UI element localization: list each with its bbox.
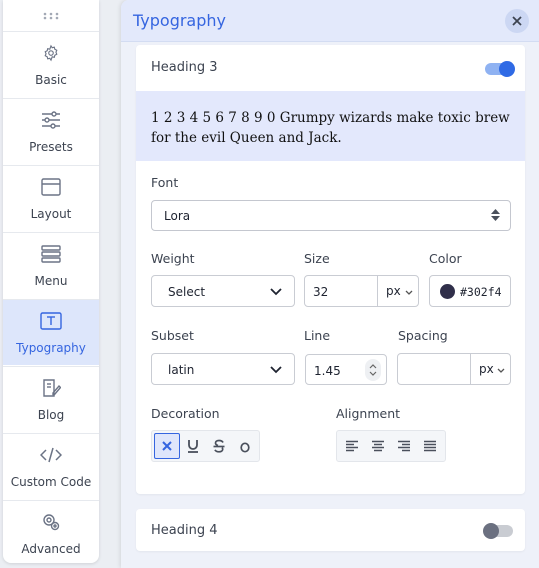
font-select[interactable]: Lora: [151, 200, 511, 231]
sidebar-item-label: Blog: [37, 408, 65, 422]
panel-header: Typography: [121, 0, 539, 42]
decoration-label: Decoration: [151, 406, 220, 421]
heading-3-section: Heading 3 1 2 3 4 5 6 7 8 9 0 Grumpy wiz…: [136, 45, 525, 494]
font-label: Font: [151, 175, 179, 190]
section-title: Heading 4: [151, 523, 218, 538]
sidebar-item-menu[interactable]: Menu: [3, 232, 99, 298]
sidebar-item-label: Basic: [35, 73, 67, 87]
sliders-icon: [40, 109, 62, 131]
gear-icon: [40, 42, 62, 64]
overline-icon: [240, 442, 250, 453]
advanced-icon: [40, 511, 62, 533]
decoration-strikethrough-button[interactable]: [206, 433, 232, 459]
font-preview: 1 2 3 4 5 6 7 8 9 0 Grumpy wizards make …: [136, 91, 525, 161]
chevron-down-icon: [497, 363, 505, 377]
typography-icon: [40, 310, 62, 332]
weight-value: Select: [168, 285, 206, 299]
sidebar-item-basic[interactable]: Basic: [3, 31, 99, 97]
decoration-underline-button[interactable]: [180, 433, 206, 459]
typography-panel: Typography Heading 3 1 2 3 4 5 6 7 8 9 0…: [121, 0, 539, 568]
blog-icon: [40, 377, 62, 399]
chevron-down-icon: [405, 285, 413, 299]
decoration-overline-button[interactable]: [232, 433, 258, 459]
font-value: Lora: [164, 209, 191, 223]
subset-value: latin: [168, 363, 195, 377]
sidebar-item-label: Layout: [30, 207, 72, 221]
size-input[interactable]: 32 px: [304, 275, 419, 307]
align-center-button[interactable]: [365, 433, 391, 459]
weight-label: Weight: [151, 251, 195, 266]
sidebar-item-layout[interactable]: Layout: [3, 165, 99, 231]
size-unit: px: [386, 284, 401, 298]
chevron-down-icon: [369, 371, 377, 376]
align-right-icon: [398, 440, 410, 452]
subset-label: Subset: [151, 328, 194, 343]
sidebar: Basic Presets Layout Menu Typography Blo…: [0, 0, 102, 568]
spacing-unit: px: [479, 362, 494, 376]
line-height-input[interactable]: 1.45: [305, 354, 387, 385]
chevron-up-icon: [369, 364, 377, 369]
number-stepper[interactable]: [365, 359, 381, 381]
color-label: Color: [429, 251, 462, 266]
spacing-label: Spacing: [398, 328, 448, 343]
color-hex: #302f4: [460, 285, 502, 299]
sidebar-item-label: Typography: [16, 341, 86, 355]
align-left-icon: [346, 440, 358, 452]
code-icon: [40, 444, 62, 466]
sidebar-item-advanced[interactable]: Advanced: [3, 500, 99, 566]
color-swatch: [440, 284, 455, 299]
align-justify-icon: [424, 440, 436, 452]
layout-icon: [40, 176, 62, 198]
menu-icon: [40, 243, 62, 265]
size-value: 32: [313, 285, 329, 299]
align-left-button[interactable]: [339, 433, 365, 459]
chevron-down-icon: [270, 363, 282, 377]
line-label: Line: [304, 328, 331, 343]
align-justify-button[interactable]: [417, 433, 443, 459]
decoration-none-button[interactable]: [154, 433, 180, 459]
sidebar-item-label: Menu: [34, 274, 68, 288]
close-icon: [512, 16, 522, 26]
weight-select[interactable]: Select: [151, 275, 295, 307]
spacing-unit-select[interactable]: px: [470, 354, 510, 384]
panel-title: Typography: [133, 11, 226, 30]
align-center-icon: [372, 440, 384, 452]
chevron-down-icon: [270, 285, 282, 299]
subset-select[interactable]: latin: [151, 353, 295, 385]
close-button[interactable]: [505, 9, 529, 33]
alignment-buttons: [336, 430, 446, 462]
sidebar-panel: Basic Presets Layout Menu Typography Blo…: [3, 0, 99, 563]
align-right-button[interactable]: [391, 433, 417, 459]
heading-4-toggle[interactable]: [483, 523, 513, 539]
sort-arrows-icon: [491, 209, 500, 224]
sidebar-item-custom-code[interactable]: Custom Code: [3, 433, 99, 499]
color-picker[interactable]: #302f4: [429, 275, 511, 307]
size-label: Size: [304, 251, 330, 266]
alignment-label: Alignment: [336, 406, 401, 421]
close-icon: [162, 441, 172, 451]
sidebar-item-typography[interactable]: Typography: [3, 299, 99, 365]
sidebar-item-blog[interactable]: Blog: [3, 366, 99, 432]
sidebar-item-label: Advanced: [21, 542, 81, 556]
section-title: Heading 3: [151, 60, 218, 75]
strikethrough-icon: [213, 439, 225, 453]
size-unit-select[interactable]: px: [377, 276, 418, 306]
drag-handle-icon[interactable]: [3, 0, 99, 32]
spacing-input[interactable]: px: [397, 353, 511, 385]
sidebar-item-label: Presets: [29, 140, 73, 154]
heading-3-toggle[interactable]: [485, 61, 515, 77]
sidebar-item-label: Custom Code: [10, 475, 92, 489]
line-value: 1.45: [314, 364, 341, 378]
underline-icon: [188, 440, 198, 453]
heading-4-section[interactable]: Heading 4: [136, 509, 525, 551]
decoration-buttons: [151, 430, 260, 462]
sidebar-item-presets[interactable]: Presets: [3, 98, 99, 164]
